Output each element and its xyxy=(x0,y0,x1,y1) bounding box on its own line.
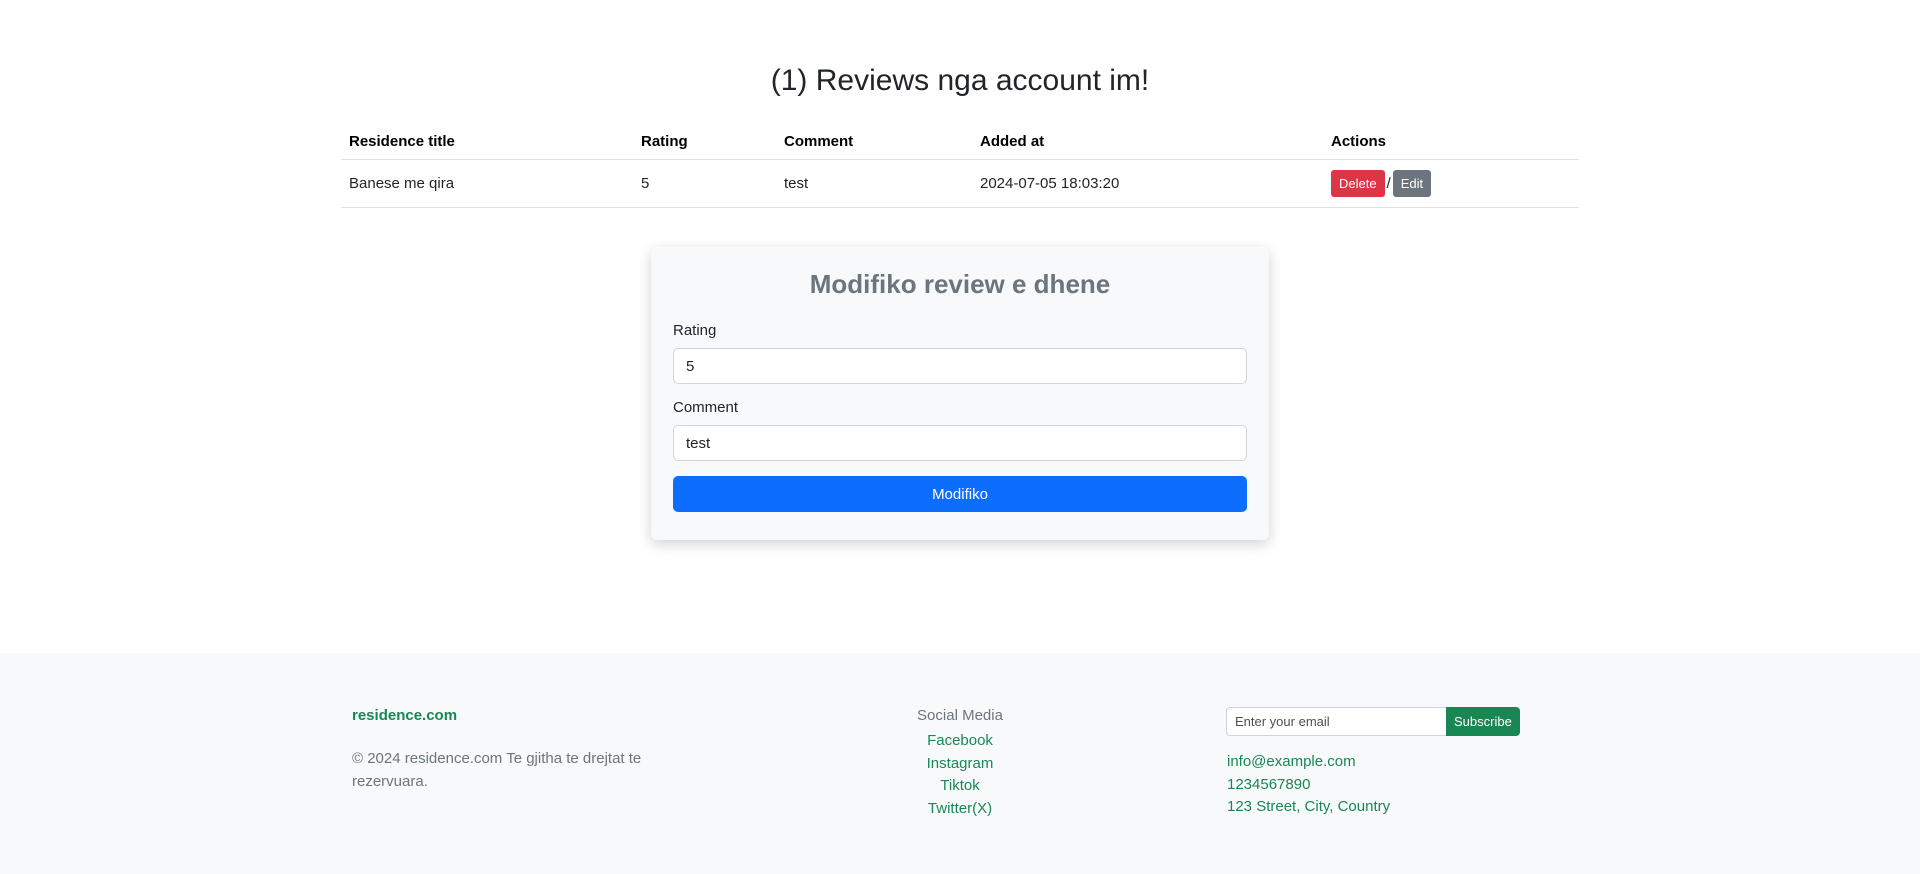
footer: residence.com © 2024 residence.com Te gj… xyxy=(0,653,1920,874)
copyright-text: © 2024 residence.com Te gjitha te drejta… xyxy=(352,750,642,790)
social-media-section: Social Media Facebook Instagram Tiktok T… xyxy=(860,707,1060,820)
modify-submit-button[interactable]: Modifiko xyxy=(673,476,1247,512)
facebook-link[interactable]: Facebook xyxy=(860,730,1060,753)
cell-residence-title: Banese me qira xyxy=(341,159,633,208)
column-header-actions: Actions xyxy=(1323,124,1579,160)
edit-form-title: Modifiko review e dhene xyxy=(809,269,1111,299)
rating-group: Rating xyxy=(673,322,1247,384)
rating-input[interactable] xyxy=(673,348,1247,384)
cell-rating: 5 xyxy=(633,159,776,208)
edit-review-card: Modifiko review e dhene Rating Comment M… xyxy=(651,247,1269,540)
rating-label: Rating xyxy=(673,322,717,339)
edit-button[interactable]: Edit xyxy=(1392,170,1432,197)
contact-info: info@example.com 1234567890 123 Street, … xyxy=(1227,751,1390,819)
column-header-residence-title: Residence title xyxy=(341,124,633,160)
cell-actions: Delete / Edit xyxy=(1323,159,1579,208)
cell-added-at: 2024-07-05 18:03:20 xyxy=(972,159,1323,208)
social-media-title: Social Media xyxy=(917,707,1003,724)
subscribe-button[interactable]: Subscribe xyxy=(1446,707,1520,736)
delete-button[interactable]: Delete xyxy=(1331,170,1385,197)
reviews-table: Residence title Rating Comment Added at … xyxy=(341,124,1579,208)
newsletter-form: Subscribe xyxy=(1226,707,1520,736)
newsletter-email-input[interactable] xyxy=(1226,707,1446,736)
column-header-added-at: Added at xyxy=(972,124,1323,160)
contact-email: info@example.com xyxy=(1227,753,1356,770)
comment-group: Comment xyxy=(673,399,1247,461)
contact-address: 123 Street, City, Country xyxy=(1227,798,1391,815)
tiktok-link[interactable]: Tiktok xyxy=(860,775,1060,798)
column-header-rating: Rating xyxy=(633,124,776,160)
column-header-comment: Comment xyxy=(776,124,972,160)
footer-brand-link[interactable]: residence.com xyxy=(352,707,457,724)
comment-label: Comment xyxy=(673,399,739,416)
table-row: Banese me qira 5 test 2024-07-05 18:03:2… xyxy=(341,159,1579,208)
contact-phone: 1234567890 xyxy=(1227,775,1311,793)
actions-separator: / xyxy=(1386,175,1391,192)
table-header-row: Residence title Rating Comment Added at … xyxy=(341,124,1579,160)
comment-input[interactable] xyxy=(673,425,1247,461)
twitter-link[interactable]: Twitter(X) xyxy=(860,798,1060,821)
cell-comment: test xyxy=(776,159,972,208)
page-title: (1) Reviews nga account im! xyxy=(770,64,1150,97)
instagram-link[interactable]: Instagram xyxy=(860,753,1060,776)
